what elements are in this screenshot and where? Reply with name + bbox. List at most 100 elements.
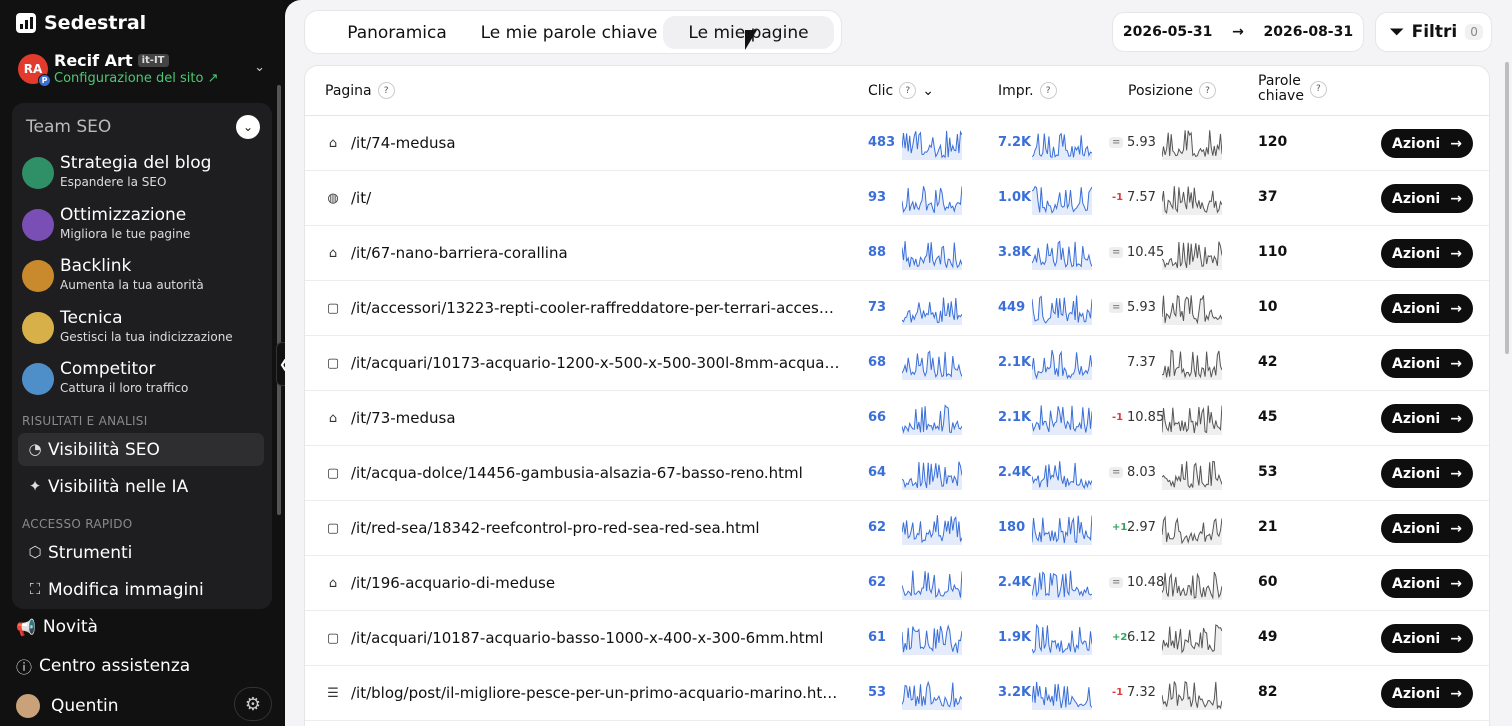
agent-name: Tecnica <box>60 307 123 328</box>
page-url[interactable]: /it/red-sea/18342-reefcontrol-pro-red-se… <box>351 519 841 537</box>
table-row[interactable]: ⌂ /it/196-acquario-di-meduse 62 2.4K = 10.48 6… <box>305 556 1489 611</box>
actions-button[interactable]: Azioni → <box>1381 459 1473 488</box>
page-url[interactable]: /it/ <box>351 189 841 207</box>
page-url[interactable]: /it/67-nano-barriera-corallina <box>351 244 841 262</box>
keywords-value: 110 <box>1258 244 1288 260</box>
agent-item[interactable]: Tecnica Gestisci la tua indicizzazione <box>22 308 262 352</box>
actions-button[interactable]: Azioni → <box>1381 624 1473 653</box>
actions-button[interactable]: Azioni → <box>1381 129 1473 158</box>
page-url[interactable]: /it/73-medusa <box>351 409 841 427</box>
agent-avatar <box>22 157 54 189</box>
chevron-down-icon[interactable]: ⌄ <box>236 115 260 139</box>
table-row[interactable]: ⌂ /it/67-nano-barriera-corallina 88 3.8K = 10… <box>305 226 1489 281</box>
actions-button[interactable]: Azioni → <box>1381 184 1473 213</box>
position-value: 5.93 <box>1127 135 1156 150</box>
tab-overview[interactable]: Panoramica <box>327 16 467 49</box>
page-url[interactable]: /it/acquari/10187-acquario-basso-1000-x-… <box>351 629 841 647</box>
nav-tools[interactable]: ⬡ Strumenti <box>18 536 264 569</box>
impressions-value: 449 <box>998 300 1026 315</box>
nav-image-edit[interactable]: ⛶ Modifica immagini <box>18 573 264 606</box>
agent-item[interactable]: Ottimizzazione Migliora le tue pagine <box>22 205 262 249</box>
nav-news[interactable]: 📢 Novità <box>16 617 98 637</box>
clicks-value: 66 <box>868 410 887 425</box>
actions-button[interactable]: Azioni → <box>1381 404 1473 433</box>
table-row[interactable]: ☰ /it/blog/post/il-migliore-pesce-per-un-… <box>305 666 1489 721</box>
table-row[interactable]: ▢ /it/acquari/10187-acquario-basso-1000-x… <box>305 611 1489 666</box>
clicks-value: 483 <box>868 135 896 150</box>
page-url[interactable]: /it/blog/post/il-migliore-pesce-per-un-p… <box>351 684 841 702</box>
globe-icon: ◍ <box>327 190 339 206</box>
site-switcher[interactable]: RA P Recif Art it-IT Configurazione del si… <box>16 50 271 92</box>
actions-button[interactable]: Azioni → <box>1381 679 1473 708</box>
col-page[interactable]: Pagina? <box>325 82 395 99</box>
nav-help[interactable]: ⓘ Centro assistenza <box>16 654 190 678</box>
agent-item[interactable]: Strategia del blog Espandere la SEO <box>22 153 262 197</box>
keywords-value: 37 <box>1258 189 1278 205</box>
date-range-picker[interactable]: 2026-05-31 → 2026-08-31 <box>1112 12 1364 52</box>
table-row[interactable]: ◍ /it/93 1.0K -1 7.57 37 Azioni → <box>305 171 1489 226</box>
clicks-value: 73 <box>868 300 887 315</box>
clicks-value: 62 <box>868 575 887 590</box>
filters-button[interactable]: ⏷ Filtri 0 <box>1375 12 1492 52</box>
sidebar: Sedestral RA P Recif Art it-IT Configurazi… <box>0 0 292 726</box>
table-row[interactable]: ▢ /it/acquari/10173-acquario-1200-x-500-x… <box>305 336 1489 391</box>
position-value: 7.57 <box>1127 190 1156 205</box>
arrow-right-icon: → <box>1450 410 1462 427</box>
agent-subtitle: Espandere la SEO <box>60 175 167 189</box>
table-row[interactable]: ▢ /it/accessori/13223-repti-cooler-raffre… <box>305 281 1489 336</box>
sidebar-scrollbar[interactable] <box>277 85 281 515</box>
agent-item[interactable]: Backlink Aumenta la tua autorità <box>22 256 262 300</box>
col-impressions[interactable]: Impr.? <box>998 82 1057 99</box>
sort-desc-icon[interactable]: ⌄ <box>922 83 934 99</box>
site-name: Recif Art <box>54 51 133 70</box>
position-value: 10.45 <box>1127 245 1165 260</box>
chevron-down-icon[interactable]: ⌄ <box>254 60 265 75</box>
position-delta: -1 <box>1112 687 1124 698</box>
page-url[interactable]: /it/acqua-dolce/14456-gambusia-alsazia-6… <box>351 464 841 482</box>
gear-icon[interactable]: ⚙ <box>234 687 272 721</box>
col-keywords[interactable]: Parole chiave? <box>1258 74 1327 104</box>
agent-avatar <box>22 363 54 395</box>
nav-ai-visibility[interactable]: ✦ Visibilità nelle IA <box>18 470 264 503</box>
help-icon[interactable]: ? <box>1198 82 1216 99</box>
help-icon[interactable]: ? <box>899 82 917 99</box>
keywords-value: 10 <box>1258 299 1278 315</box>
page-url[interactable]: /it/196-acquario-di-meduse <box>351 574 841 592</box>
bag-icon: ▢ <box>326 630 340 646</box>
position-delta: = <box>1109 467 1124 478</box>
arrow-right-icon: → <box>1450 520 1462 537</box>
table-row[interactable]: ▢ /it/red-sea/18342-reefcontrol-pro-red-s… <box>305 501 1489 556</box>
actions-button[interactable]: Azioni → <box>1381 514 1473 543</box>
position-delta: = <box>1109 302 1124 313</box>
help-icon[interactable]: ? <box>1309 80 1327 98</box>
keywords-value: 60 <box>1258 574 1278 590</box>
actions-button[interactable]: Azioni → <box>1381 569 1473 598</box>
agent-item[interactable]: Competitor Cattura il loro traffico <box>22 359 262 403</box>
main-scrollbar[interactable] <box>1505 62 1509 354</box>
megaphone-icon: 📢 <box>16 617 36 637</box>
position-value: 2.97 <box>1127 520 1156 535</box>
site-config-link[interactable]: Configurazione del sito ↗ <box>54 71 218 86</box>
nav-seo-visibility[interactable]: ◔ Visibilità SEO <box>18 433 264 466</box>
col-clicks[interactable]: Clic? ⌄ <box>868 82 934 99</box>
page-url[interactable]: /it/acquari/10173-acquario-1200-x-500-x-… <box>351 354 841 372</box>
store-icon: ⌂ <box>328 135 338 151</box>
table-row[interactable]: ▢ /it/acqua-dolce/14456-gambusia-alsazia-… <box>305 446 1489 501</box>
table-row[interactable]: ⌂ /it/74-medusa 483 7.2K = 5.93 120 Azioni → <box>305 116 1489 171</box>
position-value: 10.48 <box>1127 575 1165 590</box>
actions-button[interactable]: Azioni → <box>1381 349 1473 378</box>
platform-badge-icon: P <box>38 74 51 87</box>
table-row[interactable]: ⌂ /it/73-medusa 66 2.1K -1 10.85 45 Azioni → <box>305 391 1489 446</box>
page-url[interactable]: /it/accessori/13223-repti-cooler-raffred… <box>351 299 841 317</box>
page-url[interactable]: /it/74-medusa <box>351 134 841 152</box>
col-position[interactable]: Posizione? <box>1128 82 1216 99</box>
help-icon[interactable]: ? <box>1039 82 1057 99</box>
actions-button[interactable]: Azioni → <box>1381 239 1473 268</box>
help-icon[interactable]: ? <box>377 82 395 99</box>
keywords-value: 45 <box>1258 409 1278 425</box>
user-menu[interactable]: Quentin <box>16 694 119 718</box>
avatar <box>16 694 40 718</box>
actions-button[interactable]: Azioni → <box>1381 294 1473 323</box>
brand[interactable]: Sedestral <box>16 12 146 34</box>
tab-keywords[interactable]: Le mie parole chiave <box>477 16 661 49</box>
